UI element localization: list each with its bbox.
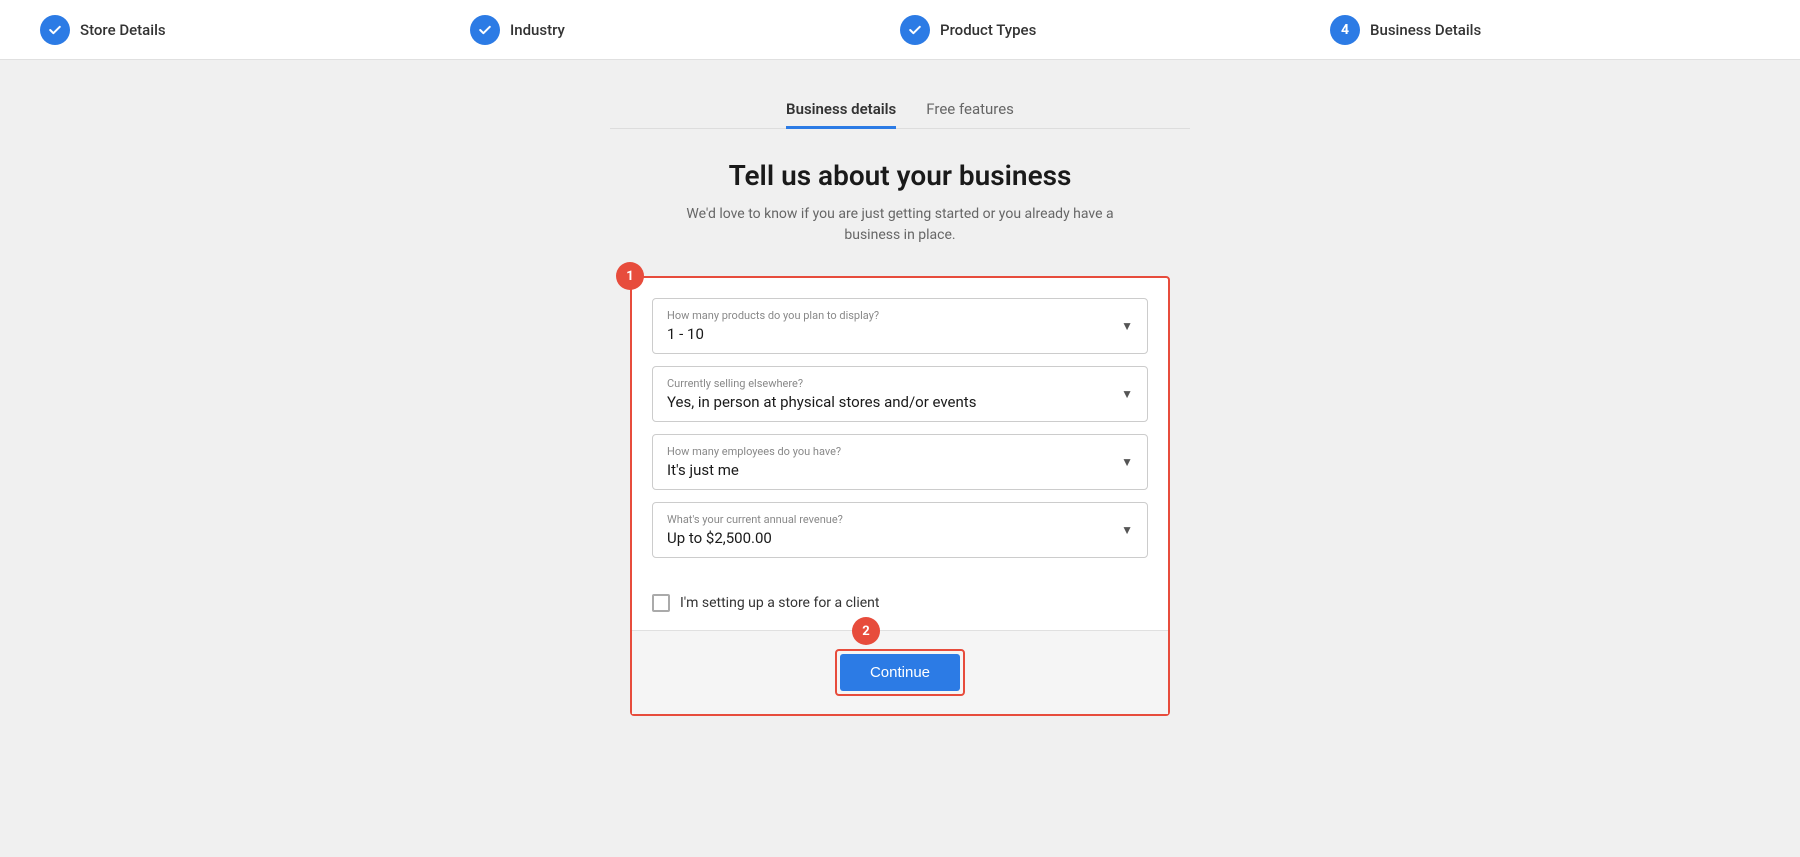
selling-elsewhere-dropdown[interactable]: Currently selling elsewhere? Yes, in per… [652, 366, 1148, 422]
products-count-value: 1 - 10 [667, 325, 1133, 343]
tab-business-details[interactable]: Business details [786, 90, 896, 128]
main-content: Business details Free features Tell us a… [0, 60, 1800, 746]
annual-revenue-value: Up to $2,500.00 [667, 529, 1133, 547]
step-label-business-details: Business Details [1370, 21, 1481, 39]
selling-elsewhere-label: Currently selling elsewhere? [667, 377, 1133, 390]
progress-bar: Store Details Industry Product Types 4 B… [0, 0, 1800, 60]
products-count-arrow-icon: ▼ [1121, 319, 1133, 333]
step-icon-business-details: 4 [1330, 15, 1360, 45]
employees-value: It's just me [667, 461, 1133, 479]
annual-revenue-arrow-icon: ▼ [1121, 523, 1133, 537]
step-label-industry: Industry [510, 21, 565, 39]
client-store-checkbox[interactable] [652, 594, 670, 612]
tab-free-features[interactable]: Free features [926, 90, 1014, 128]
employees-arrow-icon: ▼ [1121, 455, 1133, 469]
employees-label: How many employees do you have? [667, 445, 1133, 458]
selling-elsewhere-arrow-icon: ▼ [1121, 387, 1133, 401]
continue-button-wrapper: Continue [835, 649, 965, 696]
step-business-details: 4 Business Details [1330, 15, 1760, 45]
products-count-label: How many products do you plan to display… [667, 309, 1133, 322]
step-industry: Industry [470, 15, 900, 45]
selling-elsewhere-value: Yes, in person at physical stores and/or… [667, 393, 1133, 411]
employees-dropdown[interactable]: How many employees do you have? It's jus… [652, 434, 1148, 490]
annual-revenue-dropdown[interactable]: What's your current annual revenue? Up t… [652, 502, 1148, 558]
step-icon-store-details [40, 15, 70, 45]
step-label-store-details: Store Details [80, 21, 166, 39]
client-store-label: I'm setting up a store for a client [680, 595, 879, 611]
step-store-details: Store Details [40, 15, 470, 45]
annual-revenue-label: What's your current annual revenue? [667, 513, 1133, 526]
continue-button[interactable]: Continue [840, 654, 960, 691]
step-icon-product-types [900, 15, 930, 45]
continue-area: 2 Continue [632, 630, 1168, 714]
step-product-types: Product Types [900, 15, 1330, 45]
annotation-badge-1: 1 [616, 262, 644, 290]
step-label-product-types: Product Types [940, 21, 1036, 39]
page-title: Tell us about your business [729, 159, 1072, 192]
step-icon-industry [470, 15, 500, 45]
annotation-badge-2: 2 [852, 617, 880, 645]
products-count-dropdown[interactable]: How many products do you plan to display… [652, 298, 1148, 354]
page-subtext: We'd love to know if you are just gettin… [660, 204, 1140, 246]
form-fields: How many products do you plan to display… [632, 278, 1168, 580]
tab-bar: Business details Free features [610, 90, 1190, 129]
business-details-form: 1 How many products do you plan to displ… [630, 276, 1170, 716]
client-store-checkbox-row[interactable]: I'm setting up a store for a client [632, 580, 1168, 630]
